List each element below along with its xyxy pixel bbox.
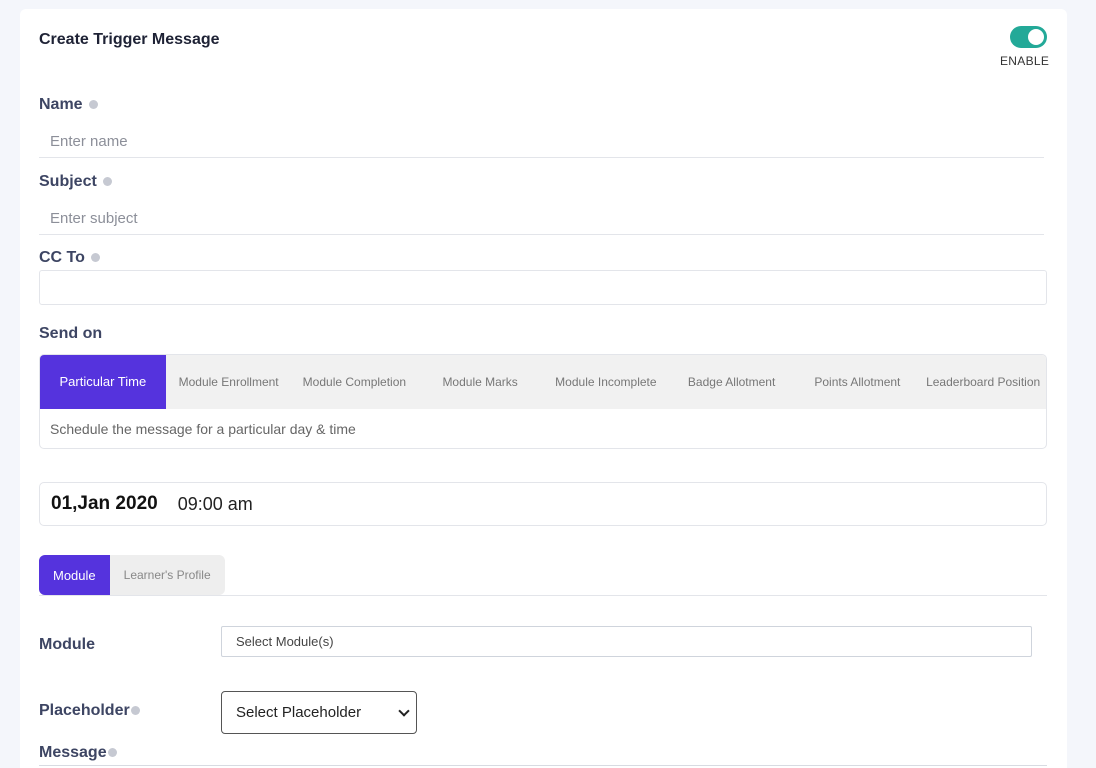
message-editor-top[interactable] <box>39 765 1047 766</box>
name-label-row: Name <box>39 96 98 114</box>
tab-module-completion[interactable]: Module Completion <box>292 355 418 409</box>
audience-tabs: Module Learner's Profile <box>39 555 225 595</box>
tab-points-allotment[interactable]: Points Allotment <box>795 355 921 409</box>
info-icon <box>107 748 117 758</box>
tab-module-enrollment[interactable]: Module Enrollment <box>166 355 292 409</box>
tab-module-marks[interactable]: Module Marks <box>417 355 543 409</box>
toggle-knob <box>1028 29 1044 45</box>
name-label: Name <box>39 96 83 113</box>
name-input[interactable] <box>39 126 1044 158</box>
placeholder-select-value: Select Placeholder <box>236 704 362 721</box>
enable-label: ENABLE <box>1000 54 1050 68</box>
send-on-tabs: Particular Time Module Enrollment Module… <box>39 354 1047 449</box>
info-icon <box>102 177 112 187</box>
divider <box>39 595 1047 596</box>
tab-module-incomplete[interactable]: Module Incomplete <box>543 355 669 409</box>
send-on-tabbar: Particular Time Module Enrollment Module… <box>40 355 1046 409</box>
tab-leaderboard-position[interactable]: Leaderboard Position <box>920 355 1046 409</box>
info-icon <box>88 100 98 110</box>
send-on-label: Send on <box>39 325 103 342</box>
tab-learners-profile[interactable]: Learner's Profile <box>110 555 225 595</box>
placeholder-label: Placeholder <box>39 702 130 719</box>
cc-label-row: CC To <box>39 249 100 267</box>
message-label-row: Message <box>39 744 117 762</box>
placeholder-label-row: Placeholder <box>39 702 140 720</box>
subject-input[interactable] <box>39 203 1044 235</box>
module-label: Module <box>39 636 95 653</box>
cc-input[interactable] <box>39 270 1047 305</box>
send-on-description: Schedule the message for a particular da… <box>50 420 356 437</box>
trigger-message-card: Create Trigger Message ENABLE Name Subje… <box>20 9 1067 768</box>
message-label: Message <box>39 744 107 761</box>
time-value[interactable]: 09:00 am <box>178 494 253 515</box>
datetime-picker[interactable]: 01,Jan 2020 09:00 am <box>39 482 1047 526</box>
tab-particular-time[interactable]: Particular Time <box>40 355 166 409</box>
chevron-down-icon <box>398 704 410 717</box>
tab-module[interactable]: Module <box>39 555 110 595</box>
enable-toggle[interactable] <box>1010 26 1047 48</box>
subject-label-row: Subject <box>39 173 112 191</box>
placeholder-select[interactable]: Select Placeholder <box>221 691 417 734</box>
module-multiselect[interactable]: Select Module(s) <box>221 626 1032 657</box>
date-value[interactable]: 01,Jan 2020 <box>51 493 158 515</box>
cc-label: CC To <box>39 249 85 266</box>
subject-label: Subject <box>39 173 97 190</box>
page-title: Create Trigger Message <box>39 31 220 48</box>
info-icon <box>130 706 140 716</box>
info-icon <box>90 253 100 263</box>
tab-badge-allotment[interactable]: Badge Allotment <box>669 355 795 409</box>
